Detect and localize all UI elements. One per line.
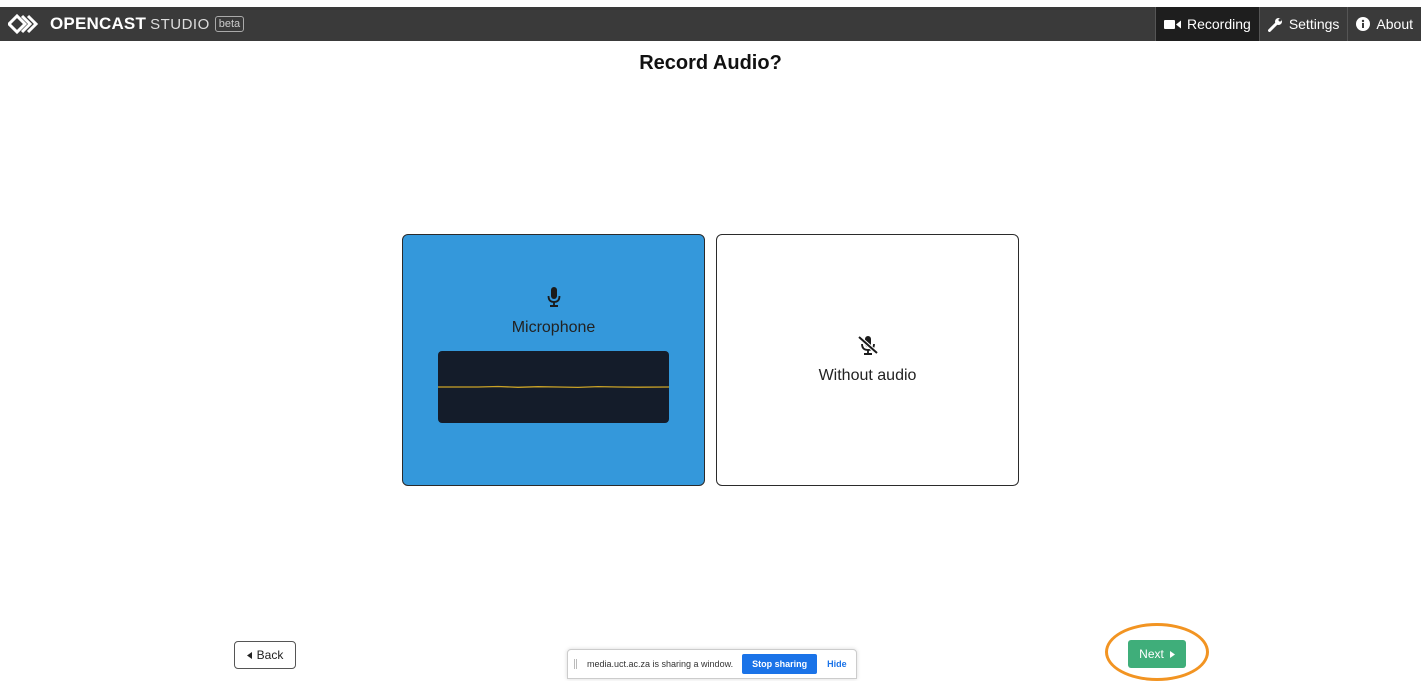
nav-recording[interactable]: Recording xyxy=(1154,7,1259,41)
page-title: Record Audio? xyxy=(639,52,782,74)
opencast-logo-icon xyxy=(8,13,39,35)
microphone-slash-icon xyxy=(857,335,878,355)
option-without-audio-label: Without audio xyxy=(818,367,917,384)
microphone-icon xyxy=(547,287,560,307)
option-microphone[interactable]: Microphone xyxy=(402,234,705,486)
nav-about[interactable]: About xyxy=(1347,7,1421,41)
brand[interactable]: OPENCAST STUDIO beta xyxy=(8,7,245,41)
main-nav: Recording Settings About xyxy=(1154,7,1421,41)
share-message: media.uct.ac.za is sharing a window. xyxy=(587,659,734,669)
nav-settings-label: Settings xyxy=(1288,16,1340,32)
hide-button[interactable]: Hide xyxy=(827,659,847,669)
audio-level-meter xyxy=(438,351,669,423)
nav-recording-label: Recording xyxy=(1186,16,1251,32)
caret-left-icon xyxy=(246,651,252,659)
back-button-label: Back xyxy=(256,648,284,662)
drag-handle-icon[interactable] xyxy=(574,659,577,669)
info-circle-icon xyxy=(1356,17,1371,31)
screen-share-notification: media.uct.ac.za is sharing a window. Sto… xyxy=(567,649,857,679)
next-button[interactable]: Next xyxy=(1128,640,1186,668)
brand-subtitle: STUDIO xyxy=(150,15,210,33)
brand-name: OPENCAST xyxy=(50,14,147,33)
video-camera-icon xyxy=(1163,19,1181,29)
option-without-audio[interactable]: Without audio xyxy=(716,234,1019,486)
next-button-label: Next xyxy=(1139,647,1164,661)
wrench-icon xyxy=(1267,17,1282,32)
option-microphone-label: Microphone xyxy=(511,319,596,336)
beta-badge: beta xyxy=(214,16,245,32)
back-button[interactable]: Back xyxy=(234,641,296,669)
stop-sharing-button[interactable]: Stop sharing xyxy=(742,654,818,674)
audio-waveform xyxy=(438,385,669,389)
top-navbar: OPENCAST STUDIO beta Recording Settings xyxy=(0,7,1421,41)
nav-settings[interactable]: Settings xyxy=(1258,7,1348,41)
nav-about-label: About xyxy=(1376,16,1413,32)
caret-right-icon xyxy=(1169,650,1175,658)
